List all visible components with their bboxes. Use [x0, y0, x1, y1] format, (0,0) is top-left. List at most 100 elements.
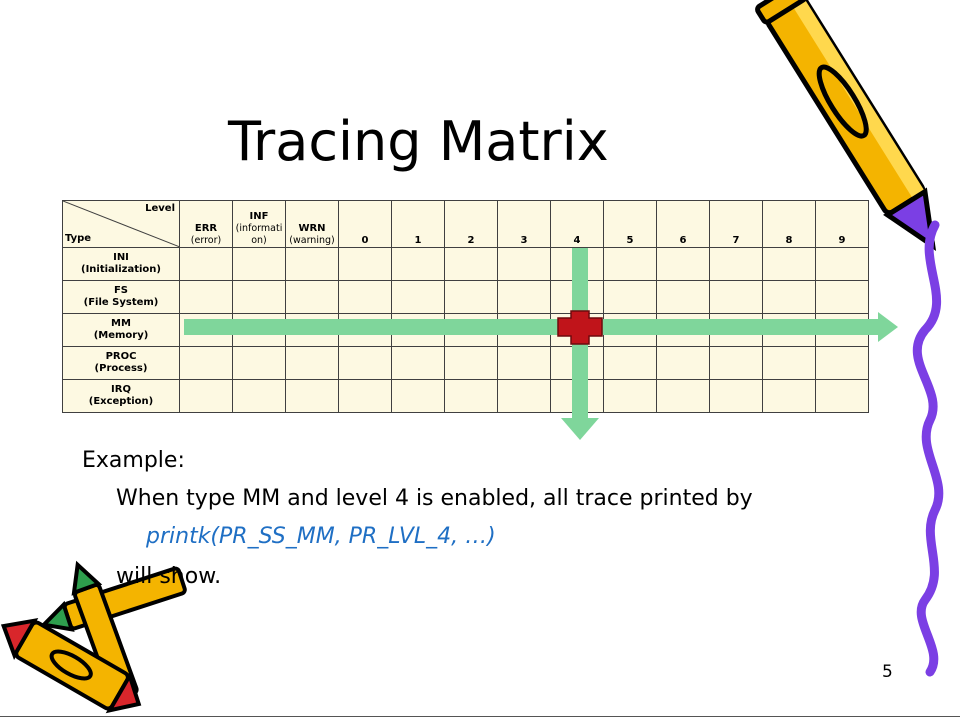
matrix-corner-cell: Level Type: [62, 200, 180, 248]
column-header-7: 7: [709, 200, 763, 248]
matrix-cell: [285, 379, 339, 413]
matrix-cell: [762, 346, 816, 380]
matrix-cell: [285, 346, 339, 380]
matrix-cell: [550, 280, 604, 314]
matrix-header-row: Level Type ERR (error) INF (informati on) …: [62, 200, 869, 248]
matrix-cell: [285, 247, 339, 281]
matrix-cell: [550, 247, 604, 281]
matrix-cell: [762, 379, 816, 413]
matrix-cell: [444, 346, 498, 380]
matrix-row-ini: INI (Initialization): [62, 247, 869, 281]
matrix-row-mm: MM (Memory): [62, 313, 869, 347]
tracing-matrix-table: Level Type ERR (error) INF (informati on) …: [62, 200, 869, 413]
matrix-cell: [179, 379, 233, 413]
matrix-cell: [656, 346, 710, 380]
matrix-cell: [550, 346, 604, 380]
matrix-cell: [709, 280, 763, 314]
matrix-cell: [338, 346, 392, 380]
matrix-cell: [603, 313, 657, 347]
matrix-cell: [709, 379, 763, 413]
page-number: 5: [882, 662, 893, 682]
matrix-cell: [550, 313, 604, 347]
column-header-5: 5: [603, 200, 657, 248]
corner-level-label: Level: [145, 203, 175, 214]
example-line-3: will show.: [116, 564, 222, 589]
matrix-cell: [232, 379, 286, 413]
column-header-1: 1: [391, 200, 445, 248]
matrix-cell: [709, 346, 763, 380]
matrix-cell: [391, 346, 445, 380]
matrix-cell: [815, 346, 869, 380]
matrix-row-proc: PROC (Process): [62, 346, 869, 380]
matrix-cell: [338, 379, 392, 413]
matrix-cell: [232, 346, 286, 380]
matrix-cell: [391, 379, 445, 413]
bottom-divider: [0, 716, 960, 717]
matrix-cell: [179, 280, 233, 314]
column-header-err: ERR (error): [179, 200, 233, 248]
matrix-cell: [709, 313, 763, 347]
matrix-cell: [391, 280, 445, 314]
column-header-wrn: WRN (warning): [285, 200, 339, 248]
example-code-line: printk(PR_SS_MM, PR_LVL_4, …): [146, 524, 496, 549]
matrix-cell: [338, 313, 392, 347]
row-header-irq: IRQ (Exception): [62, 379, 180, 413]
matrix-cell: [444, 313, 498, 347]
matrix-cell: [815, 313, 869, 347]
matrix-cell: [815, 379, 869, 413]
column-header-6: 6: [656, 200, 710, 248]
matrix-cell: [603, 280, 657, 314]
example-heading: Example:: [82, 448, 185, 473]
matrix-cell: [815, 280, 869, 314]
matrix-cell: [285, 313, 339, 347]
slide-title: Tracing Matrix: [228, 110, 609, 173]
column-header-9: 9: [815, 200, 869, 248]
column-header-3: 3: [497, 200, 551, 248]
matrix-cell: [338, 247, 392, 281]
matrix-cell: [179, 313, 233, 347]
row-header-mm: MM (Memory): [62, 313, 180, 347]
matrix-cell: [232, 280, 286, 314]
matrix-cell: [709, 247, 763, 281]
matrix-cell: [550, 379, 604, 413]
matrix-cell: [656, 379, 710, 413]
matrix-cell: [762, 280, 816, 314]
matrix-cell: [497, 313, 551, 347]
matrix-cell: [232, 247, 286, 281]
column-header-8: 8: [762, 200, 816, 248]
matrix-cell: [497, 346, 551, 380]
matrix-cell: [444, 280, 498, 314]
matrix-cell: [497, 379, 551, 413]
matrix-cell: [603, 247, 657, 281]
row-header-fs: FS (File System): [62, 280, 180, 314]
matrix-cell: [603, 346, 657, 380]
matrix-cell: [497, 280, 551, 314]
column-header-2: 2: [444, 200, 498, 248]
column-header-inf: INF (informati on): [232, 200, 286, 248]
matrix-cell: [656, 247, 710, 281]
matrix-cell: [815, 247, 869, 281]
matrix-cell: [179, 247, 233, 281]
matrix-cell: [762, 313, 816, 347]
example-line-1: When type MM and level 4 is enabled, all…: [116, 486, 753, 511]
matrix-cell: [391, 247, 445, 281]
matrix-row-irq: IRQ (Exception): [62, 379, 869, 413]
matrix-cell: [444, 247, 498, 281]
matrix-cell: [762, 247, 816, 281]
matrix-row-fs: FS (File System): [62, 280, 869, 314]
matrix-cell: [444, 379, 498, 413]
column-header-4: 4: [550, 200, 604, 248]
matrix-cell: [497, 247, 551, 281]
matrix-cell: [179, 346, 233, 380]
row-header-ini: INI (Initialization): [62, 247, 180, 281]
corner-type-label: Type: [65, 233, 92, 244]
matrix-cell: [285, 280, 339, 314]
slide: Tracing Matrix Level Type ERR (error) IN…: [0, 0, 960, 720]
row-header-proc: PROC (Process): [62, 346, 180, 380]
matrix-cell: [391, 313, 445, 347]
matrix-cell: [656, 313, 710, 347]
matrix-cell: [603, 379, 657, 413]
matrix-cell: [232, 313, 286, 347]
matrix-cell: [338, 280, 392, 314]
column-header-0: 0: [338, 200, 392, 248]
